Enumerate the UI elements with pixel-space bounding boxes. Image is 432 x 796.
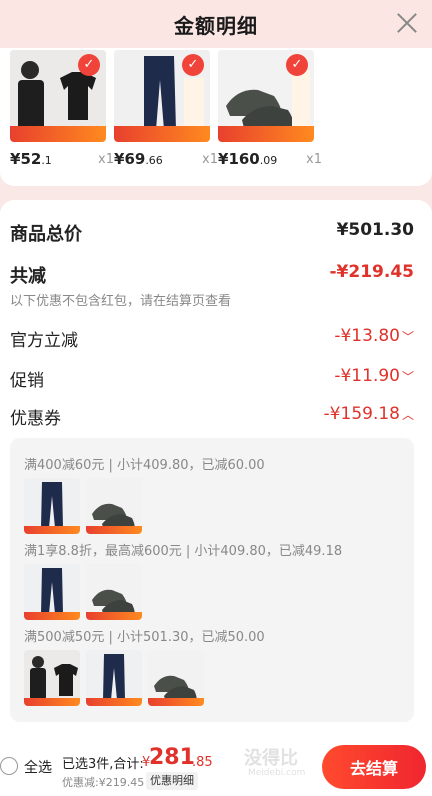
product-thumb (24, 478, 80, 534)
official-reduce-row[interactable]: 官方立减 -¥13.80 ﹀ (10, 326, 414, 351)
coupon-line: 满500减50元 | 小计501.30，已减50.00 (24, 630, 265, 645)
discount-amount: 优惠减:¥219.45 (62, 776, 145, 789)
product-item[interactable]: ✓ ¥69.66 x1 (114, 50, 218, 168)
product-price: ¥69.66 (114, 150, 163, 168)
promo-label: 促销 (10, 371, 44, 391)
promo-row[interactable]: 促销 -¥11.90 ﹀ (10, 366, 414, 391)
selected-count: 已选3件,合计: (62, 757, 144, 772)
product-price: ¥160.09 (218, 150, 278, 168)
official-reduce-label: 官方立减 (10, 331, 78, 351)
select-all-radio[interactable] (0, 757, 18, 775)
total-price-value: ¥501.30 (336, 220, 414, 240)
total-amount-decimal: .85 (192, 755, 213, 770)
product-image: ✓ (218, 50, 314, 142)
coupon-label: 优惠券 (10, 409, 61, 429)
coupon-line: 满1享8.8折，最高减600元 | 小计409.80，已减49.18 (24, 544, 343, 559)
select-all-label[interactable]: 全选 (24, 757, 52, 777)
product-image: ✓ (114, 50, 210, 142)
product-qty: x1 (306, 152, 322, 167)
check-icon[interactable]: ✓ (182, 54, 204, 76)
product-price: ¥52.1 (10, 150, 52, 168)
product-thumb (24, 564, 80, 620)
total-amount: 281 (149, 745, 195, 770)
product-qty: x1 (98, 152, 114, 167)
product-thumb (24, 650, 80, 706)
total-price-label: 商品总价 (10, 224, 82, 245)
total-reduce-label: 共减 (10, 266, 46, 287)
total-reduce-value: -¥219.45 (329, 262, 415, 282)
discount-detail-button[interactable]: 优惠明细 (146, 772, 198, 790)
total-price-row: 商品总价 ¥501.30 (10, 220, 414, 245)
product-thumb (86, 564, 142, 620)
product-thumb (86, 478, 142, 534)
product-thumb (148, 650, 204, 706)
product-qty: x1 (202, 152, 218, 167)
product-card: ✓ ¥52.1 x1 ✓ ¥69.66 x1 ✓ ¥160.09 x1 (0, 48, 432, 186)
chevron-up-icon: ︿ (401, 408, 414, 422)
product-image: ✓ (10, 50, 106, 142)
discount-note: 以下优惠不包含红包，请在结算页查看 (10, 294, 232, 309)
coupon-line: 满400减60元 | 小计409.80，已减60.00 (24, 458, 265, 473)
checkout-bar: 全选 已选3件,合计: ¥ 281 .85 优惠减:¥219.45 优惠明细 没… (0, 740, 432, 796)
watermark: 没得比 Meidebi.com (244, 748, 306, 778)
check-icon[interactable]: ✓ (286, 54, 308, 76)
checkout-button[interactable]: 去结算 (322, 745, 426, 789)
chevron-down-icon: ﹀ (401, 330, 414, 344)
product-item[interactable]: ✓ ¥52.1 x1 (10, 50, 114, 168)
coupon-detail-box: 满400减60元 | 小计409.80，已减60.00 满1享8.8折，最高减6… (10, 438, 414, 722)
close-icon[interactable] (394, 10, 420, 36)
total-reduce-row: 共减 -¥219.45 (10, 262, 415, 287)
product-thumb (86, 650, 142, 706)
official-reduce-value: -¥13.80 ﹀ (334, 326, 414, 346)
coupon-row[interactable]: 优惠券 -¥159.18 ︿ (10, 404, 414, 429)
page-title: 金额明细 (174, 13, 258, 38)
check-icon[interactable]: ✓ (78, 54, 100, 76)
coupon-value: -¥159.18 ︿ (323, 404, 414, 424)
chevron-down-icon: ﹀ (401, 370, 414, 384)
header: 金额明细 (0, 0, 432, 48)
promo-value: -¥11.90 ﹀ (334, 366, 414, 386)
product-item[interactable]: ✓ ¥160.09 x1 (218, 50, 322, 168)
